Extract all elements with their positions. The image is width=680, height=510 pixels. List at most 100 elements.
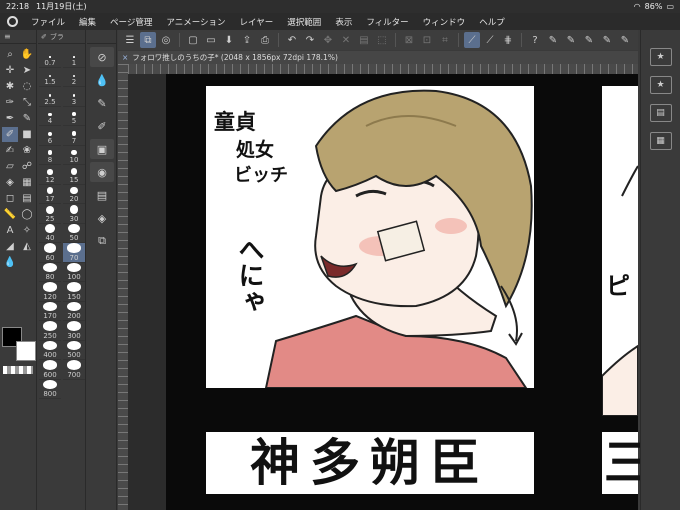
figure-tool-icon[interactable]: ◻: [2, 191, 18, 206]
material-icon[interactable]: ◉: [90, 162, 114, 182]
snap-grid-icon[interactable]: ⋕: [500, 32, 516, 48]
print-icon[interactable]: ⎙: [257, 32, 273, 48]
pen-preset-5-icon[interactable]: ✎: [617, 32, 633, 48]
brush-size-option[interactable]: 8: [39, 146, 61, 165]
menu-file[interactable]: ファイル: [24, 16, 72, 28]
layer-icon[interactable]: ◈: [90, 208, 114, 228]
pen-preset-1-icon[interactable]: ✎: [545, 32, 561, 48]
brush-size-option[interactable]: 2.5: [39, 87, 61, 107]
airbrush-tool-icon[interactable]: ✍: [2, 143, 18, 158]
brush-size-option[interactable]: 250: [39, 321, 61, 341]
gradient-tool-icon[interactable]: ▦: [19, 175, 35, 190]
menu-layer[interactable]: レイヤー: [233, 16, 281, 28]
menu-edit[interactable]: 編集: [72, 16, 103, 28]
brush-size-option[interactable]: 200: [63, 301, 85, 321]
object-tool-icon[interactable]: ➤: [19, 63, 35, 78]
pencil-tool-icon[interactable]: ✎: [19, 111, 35, 126]
brush-size-option[interactable]: 15: [63, 165, 85, 185]
brush-size-option[interactable]: 0.7: [39, 48, 61, 68]
history-icon[interactable]: ▤: [90, 185, 114, 205]
save-icon[interactable]: ⬇: [221, 32, 237, 48]
brush-size-option[interactable]: 7: [63, 126, 85, 146]
brush-size-option[interactable]: 400: [39, 340, 61, 360]
brush-size-option[interactable]: 20: [63, 185, 85, 204]
brush-size-option[interactable]: 700: [63, 360, 85, 380]
blend-tool-icon[interactable]: ☍: [19, 159, 35, 174]
layer-stack-icon[interactable]: ⧉: [90, 231, 114, 251]
color-mix-tool-icon[interactable]: 💧: [2, 255, 18, 270]
brush-size-option[interactable]: 170: [39, 301, 61, 321]
invert-selection-icon[interactable]: ⊡: [419, 32, 435, 48]
brush-size-option[interactable]: 100: [63, 262, 85, 282]
menu-selection[interactable]: 選択範囲: [280, 16, 328, 28]
transform-tool-icon[interactable]: ⤡: [19, 95, 35, 110]
menu-page[interactable]: ページ管理: [103, 16, 159, 28]
balloon-tool-icon[interactable]: ◯: [19, 207, 35, 222]
name-caption-box[interactable]: 神多朔臣: [206, 432, 534, 494]
brush-shape-tool-icon[interactable]: ◭: [19, 239, 35, 254]
clear-icon[interactable]: ✕: [338, 32, 354, 48]
artwork-panel-1[interactable]: 童貞 処女 ビッチ へにゃ: [206, 86, 534, 388]
app-logo-icon[interactable]: [0, 13, 24, 30]
brush-size-option[interactable]: 70: [63, 243, 85, 263]
brush-size-option[interactable]: 12: [39, 165, 61, 185]
brush-size-option[interactable]: 150: [63, 282, 85, 302]
brush-size-option[interactable]: 1: [63, 48, 85, 68]
menu-view[interactable]: 表示: [328, 16, 359, 28]
blank-tool-icon[interactable]: [19, 255, 35, 270]
pen-tool-icon[interactable]: ✒: [2, 111, 18, 126]
brush-size-option[interactable]: 500: [63, 340, 85, 360]
snap-ruler-icon[interactable]: ⟋: [464, 32, 480, 48]
text-tool-icon[interactable]: A: [2, 223, 18, 238]
brush-size-option[interactable]: 17: [39, 185, 61, 204]
brush-size-option[interactable]: 60: [39, 243, 61, 263]
close-tab-icon[interactable]: ×: [122, 53, 128, 62]
crop-icon[interactable]: ⌗: [437, 32, 453, 48]
decoration-tool-icon[interactable]: ❀: [19, 143, 35, 158]
brush-size-option[interactable]: 50: [63, 223, 85, 243]
brush-size-option[interactable]: 5: [63, 107, 85, 126]
export-icon[interactable]: ⇪: [239, 32, 255, 48]
fill-tool-icon[interactable]: ◈: [2, 175, 18, 190]
snap-special-ruler-icon[interactable]: ⟋: [482, 32, 498, 48]
color-wheel-icon[interactable]: 💧: [90, 70, 114, 90]
brush-size-option[interactable]: 30: [63, 204, 85, 224]
show-selection-icon[interactable]: ⊠: [401, 32, 417, 48]
navigator-icon[interactable]: ⊘: [90, 47, 114, 67]
tool-property-icon[interactable]: ✎: [90, 93, 114, 113]
menu-help[interactable]: ヘルプ: [472, 16, 512, 28]
brush-size-option[interactable]: 4: [39, 107, 61, 126]
artwork-panel-2[interactable]: ピ: [602, 86, 638, 416]
frame-tool-icon[interactable]: ▤: [19, 191, 35, 206]
brush-size-option[interactable]: 600: [39, 360, 61, 380]
color-swatch-icon[interactable]: ■: [19, 127, 35, 142]
brush-size-option[interactable]: 6: [39, 126, 61, 146]
brush-size-option[interactable]: 40: [39, 223, 61, 243]
brush-size-option[interactable]: 3: [63, 87, 85, 107]
brush-property-icon[interactable]: ✐: [90, 116, 114, 136]
transform-icon[interactable]: ✥: [320, 32, 336, 48]
eyedropper-tool-icon[interactable]: ✑: [2, 95, 18, 110]
color-selector[interactable]: [2, 327, 36, 361]
brush-size-option[interactable]: 800: [39, 379, 61, 399]
help-icon[interactable]: ?: [527, 32, 543, 48]
brush-size-option[interactable]: 10: [63, 146, 85, 165]
brush-size-option[interactable]: 80: [39, 262, 61, 282]
eraser-tool-icon[interactable]: ▱: [2, 159, 18, 174]
zoom-tool-icon[interactable]: ⌕: [2, 47, 18, 62]
brush-size-option[interactable]: 25: [39, 204, 61, 224]
layer-panel-icon[interactable]: ▤: [649, 104, 672, 122]
pen-preset-2-icon[interactable]: ✎: [563, 32, 579, 48]
pen-preset-4-icon[interactable]: ✎: [599, 32, 615, 48]
layer-panel-2-icon[interactable]: ▦: [649, 132, 672, 150]
ruler-tool-icon[interactable]: 📏: [2, 207, 18, 222]
transparent-color-swatch[interactable]: [3, 366, 33, 374]
brush-size-option[interactable]: 300: [63, 321, 85, 341]
undo-icon[interactable]: ↶: [284, 32, 300, 48]
sub-color-swatch[interactable]: [16, 341, 36, 361]
clip-studio-icon[interactable]: ◎: [158, 32, 174, 48]
layer-property-icon[interactable]: ▣: [90, 139, 114, 159]
new-file-icon[interactable]: ▢: [185, 32, 201, 48]
redo-icon[interactable]: ↷: [302, 32, 318, 48]
menu-animation[interactable]: アニメーション: [159, 16, 232, 28]
